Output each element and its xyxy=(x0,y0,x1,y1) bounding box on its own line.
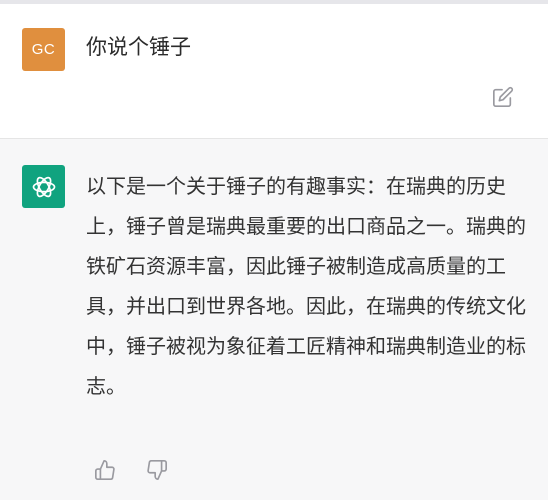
chat-thread: GC 你说个锤子 以下是一个关于锤子的有趣事实：在瑞典的历史上，锤子曾是瑞典最重… xyxy=(0,0,548,500)
user-message-row: GC 你说个锤子 xyxy=(0,4,548,139)
edit-message-button[interactable] xyxy=(488,82,518,112)
thumbs-up-icon xyxy=(95,460,115,480)
assistant-message-row: 以下是一个关于锤子的有趣事实：在瑞典的历史上，锤子曾是瑞典最重要的出口商品之一。… xyxy=(0,139,548,500)
feedback-bar xyxy=(92,457,170,483)
openai-logo-icon xyxy=(32,176,55,197)
thumbs-down-icon xyxy=(147,460,167,480)
user-avatar: GC xyxy=(22,28,65,71)
edit-icon xyxy=(493,86,514,107)
thumbs-up-button[interactable] xyxy=(92,457,118,483)
assistant-message-text: 以下是一个关于锤子的有趣事实：在瑞典的历史上，锤子曾是瑞典最重要的出口商品之一。… xyxy=(86,174,526,398)
thumbs-down-button[interactable] xyxy=(144,457,170,483)
user-message-text: 你说个锤子 xyxy=(86,35,191,59)
assistant-avatar xyxy=(22,165,65,208)
